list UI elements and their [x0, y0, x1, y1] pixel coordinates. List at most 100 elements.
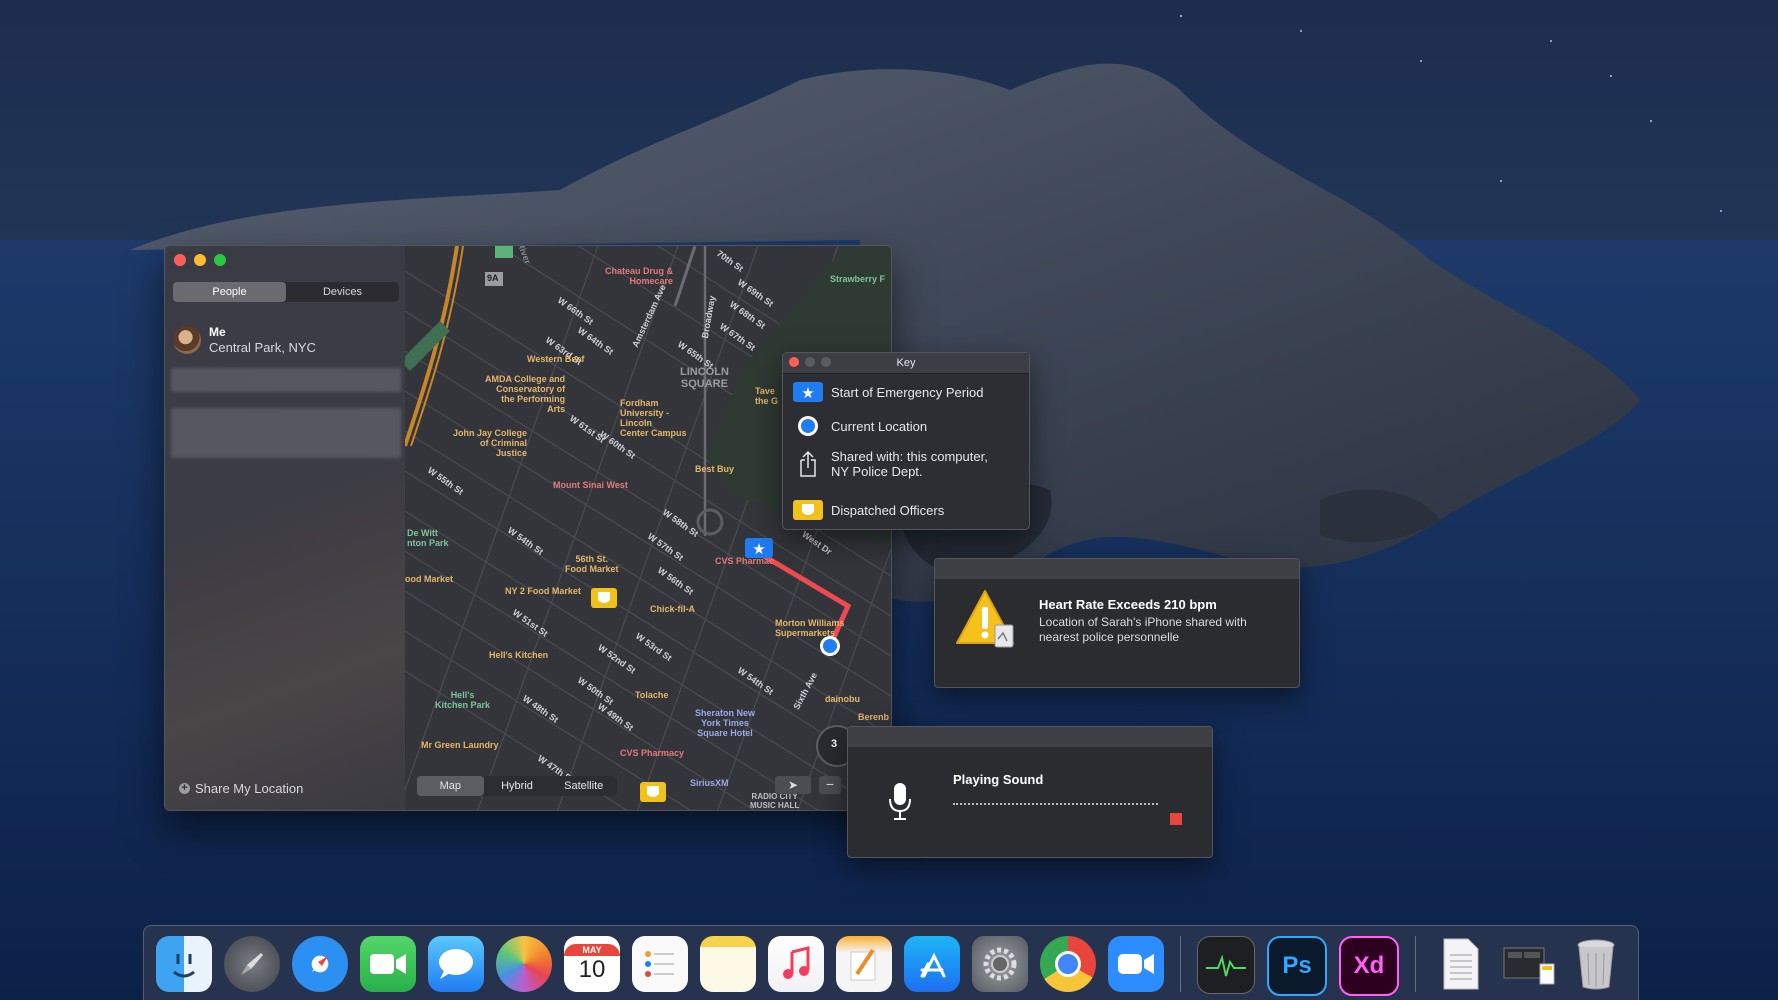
poi-label: Sheraton New York Times Square Hotel	[695, 708, 756, 738]
share-my-location-label: Share My Location	[195, 781, 304, 796]
person-row-blurred[interactable]	[171, 368, 401, 392]
poi-label: Tolache	[635, 690, 669, 700]
notes-icon[interactable]	[700, 936, 756, 992]
warning-icon	[956, 590, 1014, 648]
finder-icon[interactable]	[156, 936, 212, 992]
close-button[interactable]	[174, 254, 186, 266]
key-item: ★ Start of Emergency Period	[793, 381, 983, 403]
activity-monitor-icon[interactable]	[1197, 936, 1255, 994]
chrome-icon[interactable]	[1040, 936, 1096, 992]
poi-label: SiriusXM	[690, 778, 729, 788]
zoom-icon[interactable]	[1108, 936, 1164, 992]
poi-label: Hell's Kitchen	[489, 650, 549, 660]
minimize-button[interactable]	[805, 357, 815, 367]
poi-label: Mount Sinai West	[553, 480, 628, 490]
reminders-icon[interactable]	[632, 936, 688, 992]
poi-label: Chateau Drug & Homecare	[605, 266, 674, 286]
poi-label: CVS Pharmac	[715, 556, 775, 566]
alert-title: Heart Rate Exceeds 210 bpm	[1039, 597, 1217, 612]
sidebar: People Devices Me Central Park, NYC + Sh…	[165, 246, 405, 810]
tab-people[interactable]: People	[173, 282, 286, 302]
person-name: Me	[209, 325, 226, 339]
dock-separator	[1180, 936, 1181, 992]
person-row-blurred[interactable]	[171, 408, 401, 458]
key-item-label: Shared with: this computer, NY Police De…	[831, 449, 988, 479]
close-button[interactable]	[789, 357, 799, 367]
poi-label: Western Beef	[527, 354, 585, 364]
trash-icon[interactable]	[1568, 936, 1624, 992]
key-item-label: Dispatched Officers	[831, 502, 945, 518]
alert-body: Location of Sarah's iPhone shared with n…	[1039, 615, 1247, 644]
key-window[interactable]: Key ★ Start of Emergency Period Current …	[782, 352, 1030, 530]
key-item: Dispatched Officers	[793, 499, 944, 521]
poi-label: Morton Williams Supermarkets	[775, 618, 845, 638]
tab-devices[interactable]: Devices	[286, 282, 399, 302]
key-item: Shared with: this computer, NY Police De…	[793, 449, 988, 479]
plus-icon: +	[179, 783, 190, 794]
key-window-title: Key	[896, 357, 916, 369]
calendar-month: MAY	[564, 944, 620, 956]
people-devices-toggle: People Devices	[173, 282, 399, 302]
windows-icon[interactable]	[1500, 936, 1556, 992]
map-type-selector: Map Hybrid Satellite	[417, 776, 617, 796]
sound-progress	[953, 803, 1158, 805]
location-arrow-icon[interactable]: ➤	[775, 776, 811, 794]
poi-label: CVS Pharmacy	[620, 748, 685, 758]
window-controls	[174, 254, 226, 266]
launchpad-icon[interactable]	[224, 936, 280, 992]
location-dot-icon	[793, 415, 823, 437]
poi-label: AMDA College and Conservatory of the Per…	[485, 374, 566, 414]
poi-label: Strawberry F	[830, 274, 886, 284]
map-type-map[interactable]: Map	[417, 776, 484, 796]
pages-icon[interactable]	[836, 936, 892, 992]
panel-titlebar	[848, 727, 1212, 747]
key-item: Current Location	[793, 415, 927, 437]
facetime-icon[interactable]	[360, 936, 416, 992]
poi-label: Fordham University - Lincoln Center Camp…	[620, 398, 687, 438]
share-icon	[793, 449, 823, 479]
zoom-out-button[interactable]: −	[819, 776, 841, 794]
map-type-satellite[interactable]: Satellite	[550, 776, 617, 796]
app-store-icon[interactable]	[904, 936, 960, 992]
safari-icon[interactable]	[292, 936, 348, 992]
poi-label: De Witt nton Park	[407, 528, 449, 548]
poi-label: Tave the G	[755, 386, 779, 406]
photoshop-icon[interactable]: Ps	[1267, 936, 1327, 996]
alert-titlebar	[935, 559, 1299, 579]
share-my-location-button[interactable]: + Share My Location	[179, 781, 303, 796]
neighborhood-label: LINCOLN SQUARE	[680, 366, 729, 390]
zoom-button[interactable]	[821, 357, 831, 367]
poi-label: Best Buy	[695, 464, 735, 474]
stop-icon[interactable]	[1170, 813, 1182, 825]
heart-rate-alert[interactable]: Heart Rate Exceeds 210 bpm Location of S…	[934, 558, 1300, 688]
playing-sound-title: Playing Sound	[953, 772, 1044, 787]
photos-icon[interactable]	[496, 936, 552, 992]
person-location: Central Park, NYC	[209, 340, 316, 355]
key-item-label: Current Location	[831, 418, 928, 434]
window-controls	[789, 357, 831, 367]
system-preferences-icon[interactable]	[972, 936, 1028, 992]
poi-label: Chick-fil-A	[650, 604, 695, 614]
poi-label: Mr Green Laundry	[421, 740, 499, 750]
calendar-day: 10	[578, 956, 606, 983]
person-row-me[interactable]: Me Central Park, NYC	[173, 320, 399, 360]
calendar-icon[interactable]: MAY 10	[564, 936, 620, 992]
minimize-button[interactable]	[194, 254, 206, 266]
document-icon[interactable]	[1432, 936, 1488, 992]
avatar	[173, 326, 201, 354]
star-icon: ★	[793, 381, 823, 403]
poi-label: ood Market	[405, 574, 454, 584]
map-type-hybrid[interactable]: Hybrid	[484, 776, 551, 796]
poi-label: Hell's Kitchen Park	[435, 690, 491, 710]
dock-separator	[1415, 936, 1416, 992]
zoom-button[interactable]	[214, 254, 226, 266]
microphone-icon	[889, 783, 911, 820]
playing-sound-panel[interactable]: Playing Sound	[847, 726, 1213, 858]
key-item-label: Start of Emergency Period	[831, 384, 984, 400]
messages-icon[interactable]	[428, 936, 484, 992]
zoom-badge: 3	[831, 738, 838, 750]
adobe-xd-icon[interactable]: Xd	[1339, 936, 1399, 996]
poi-label: 56th St. Food Market	[565, 554, 619, 574]
music-icon[interactable]	[768, 936, 824, 992]
dock: MAY 10 Ps Xd	[143, 925, 1639, 1000]
